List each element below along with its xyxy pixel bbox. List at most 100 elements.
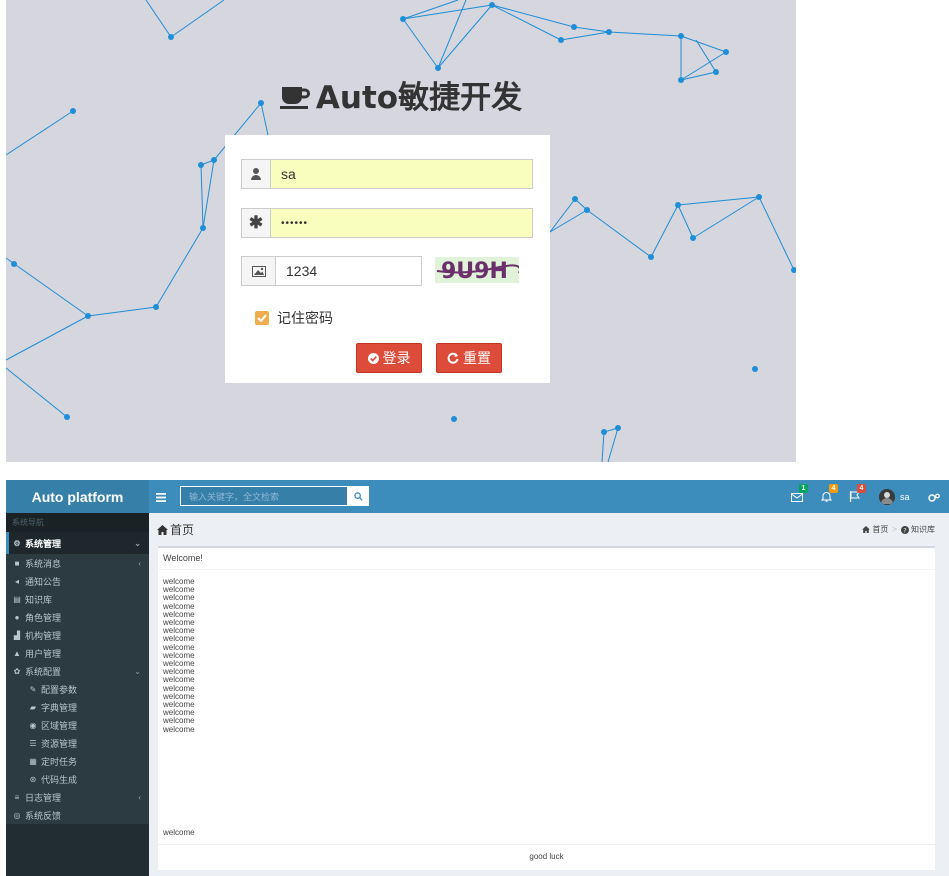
wrench-icon: ✎ xyxy=(29,684,37,694)
sidebar-item-organizations[interactable]: ▟ 机构管理 xyxy=(6,626,149,644)
globe-icon: ◉ xyxy=(29,720,37,730)
home-icon xyxy=(862,526,871,533)
page-title-text: 首页 xyxy=(170,523,195,537)
sidebar-item-users[interactable]: ▲ 用户管理 xyxy=(6,644,149,662)
box-title: Welcome! xyxy=(163,553,203,563)
sidebar-item-regions[interactable]: ◉ 区域管理 xyxy=(6,716,149,734)
captcha-image[interactable]: 9U9H xyxy=(435,253,521,287)
app-logo[interactable]: Auto platform xyxy=(6,480,149,513)
code-icon: ⊛ xyxy=(29,774,37,784)
chevron-left-icon: ‹ xyxy=(138,558,141,568)
tasks-icon: ▦ xyxy=(29,756,37,766)
username-input[interactable]: sa xyxy=(271,159,533,189)
sidebar-item-label: 系统消息 xyxy=(25,558,62,569)
bullhorn-icon: ◂ xyxy=(14,576,19,586)
sidebar-item-label: 配置参数 xyxy=(41,684,78,695)
sidebar-item-scheduled-tasks[interactable]: ▦ 定时任务 xyxy=(6,752,149,770)
sidebar-item-label: 区域管理 xyxy=(41,720,78,731)
remember-checkbox[interactable] xyxy=(255,311,269,325)
reset-button[interactable]: 重置 xyxy=(436,343,502,373)
box-footer: good luck xyxy=(529,852,564,861)
breadcrumb: 首页 > ? 知识库 xyxy=(862,524,935,535)
sidebar-item-label: 字典管理 xyxy=(41,702,78,713)
sidebar-item-dictionary[interactable]: ▰ 字典管理 xyxy=(6,698,149,716)
list-item-last: welcome xyxy=(163,828,195,837)
captcha-group: 1234 xyxy=(241,256,422,286)
folder-icon: ■ xyxy=(14,558,20,568)
coffee-icon xyxy=(279,82,310,118)
breadcrumb-home[interactable]: 首页 xyxy=(872,524,888,535)
sidebar-item-notices[interactable]: ◂ 通知公告 xyxy=(6,572,149,590)
bell-icon[interactable]: 4 xyxy=(820,484,838,507)
menu-toggle-icon[interactable] xyxy=(156,489,166,507)
sidebar-item-roles[interactable]: ● 角色管理 xyxy=(6,608,149,626)
book-icon: ▰ xyxy=(29,702,37,712)
image-icon xyxy=(241,256,276,286)
bars-icon: ≡ xyxy=(14,792,20,802)
divider xyxy=(158,844,935,845)
svg-text:?: ? xyxy=(903,526,906,534)
sidebar-header: 系统导航 xyxy=(6,513,149,532)
chevron-left-icon: ‹ xyxy=(138,792,141,802)
sidebar-item-logs[interactable]: ≡ 日志管理 ‹ xyxy=(6,788,149,806)
login-button-label: 登录 xyxy=(382,350,411,366)
user-menu[interactable]: sa xyxy=(879,489,910,505)
page-title: 首页 xyxy=(157,521,194,538)
top-header: Auto platform 输入关键字，全文检索 1 4 4 sa xyxy=(6,480,949,513)
sidebar-item-code-generation[interactable]: ⊛ 代码生成 xyxy=(6,770,149,788)
sidebar-item-system-management[interactable]: ⚙ 系统管理 ⌄ xyxy=(6,532,149,554)
user-icon: ▲ xyxy=(13,648,21,658)
home-icon xyxy=(157,524,168,535)
user-icon xyxy=(241,159,271,189)
sidebar-submenu-config: ✎ 配置参数 ▰ 字典管理 ◉ 区域管理 ☰ 资源管理 ▦ 定时任务 ⊛ 代码生… xyxy=(6,680,149,788)
refresh-icon xyxy=(447,352,459,364)
cogs-icon: ⚙ xyxy=(13,538,21,548)
sidebar-submenu: ■ 系统消息 ‹ ◂ 通知公告 ▤ 知识库 ● 角色管理 ▟ 机构管理 ▲ 用户… xyxy=(6,554,149,824)
cogs-icon[interactable] xyxy=(928,490,940,508)
login-page: Auto敏捷开发 sa ✱ •••••• 1234 9U9H 记住密码 登录 重… xyxy=(6,0,796,462)
sidebar-item-label: 用户管理 xyxy=(25,648,62,659)
content-header: 首页 首页 > ? 知识库 xyxy=(149,513,949,543)
chevron-down-icon: ⌄ xyxy=(134,666,141,676)
messages-badge: 1 xyxy=(799,484,808,493)
welcome-list: welcome welcome welcome welcome welcome … xyxy=(163,577,195,734)
password-group: ✱ •••••• xyxy=(241,208,533,238)
captcha-input[interactable]: 1234 xyxy=(276,256,422,286)
user-name: sa xyxy=(900,492,910,502)
sidebar-item-system-messages[interactable]: ■ 系统消息 ‹ xyxy=(6,554,149,572)
sidebar-item-label: 系统管理 xyxy=(25,538,62,549)
sidebar-item-label: 代码生成 xyxy=(41,774,78,785)
sidebar-item-label: 日志管理 xyxy=(25,792,62,803)
flag-icon[interactable]: 4 xyxy=(849,484,866,507)
sidebar-item-feedback[interactable]: ◎ 系统反馈 xyxy=(6,806,149,824)
tasks-badge: 4 xyxy=(857,484,866,493)
sidebar-item-label: 系统配置 xyxy=(25,666,62,677)
sidebar-item-knowledge-base[interactable]: ▤ 知识库 xyxy=(6,590,149,608)
breadcrumb-separator: > xyxy=(892,525,897,534)
login-form: sa ✱ •••••• 1234 9U9H 记住密码 登录 重置 xyxy=(225,135,550,383)
breadcrumb-current: 知识库 xyxy=(911,525,935,534)
admin-page: Auto platform 输入关键字，全文检索 1 4 4 sa 系统导航 ⚙… xyxy=(6,480,949,876)
sidebar-item-resources[interactable]: ☰ 资源管理 xyxy=(6,734,149,752)
notifications-badge: 4 xyxy=(829,484,838,493)
welcome-box: Welcome! welcome welcome welcome welcome… xyxy=(158,546,935,870)
search-button[interactable] xyxy=(348,486,369,506)
sidebar-item-label: 机构管理 xyxy=(25,630,62,641)
sidebar-item-config-params[interactable]: ✎ 配置参数 xyxy=(6,680,149,698)
login-title-text: Auto敏捷开发 xyxy=(315,80,523,116)
login-button[interactable]: 登录 xyxy=(356,343,422,373)
chevron-down-icon: ⌄ xyxy=(134,538,141,548)
sidebar-item-label: 角色管理 xyxy=(25,612,62,623)
sidebar-item-label: 资源管理 xyxy=(41,738,78,749)
envelope-icon[interactable]: 1 xyxy=(791,484,808,507)
sidebar-item-system-config[interactable]: ✿ 系统配置 ⌄ xyxy=(6,662,149,680)
check-circle-icon xyxy=(367,352,379,364)
password-input[interactable]: •••••• xyxy=(271,208,533,238)
users-icon: ● xyxy=(14,612,20,622)
reset-button-label: 重置 xyxy=(463,350,491,366)
search-input[interactable]: 输入关键字，全文检索 xyxy=(180,486,348,506)
asterisk-icon: ✱ xyxy=(241,208,271,238)
eye-icon: ◎ xyxy=(13,810,21,820)
remember-row[interactable]: 记住密码 xyxy=(255,308,333,328)
sitemap-icon: ▟ xyxy=(13,630,21,640)
